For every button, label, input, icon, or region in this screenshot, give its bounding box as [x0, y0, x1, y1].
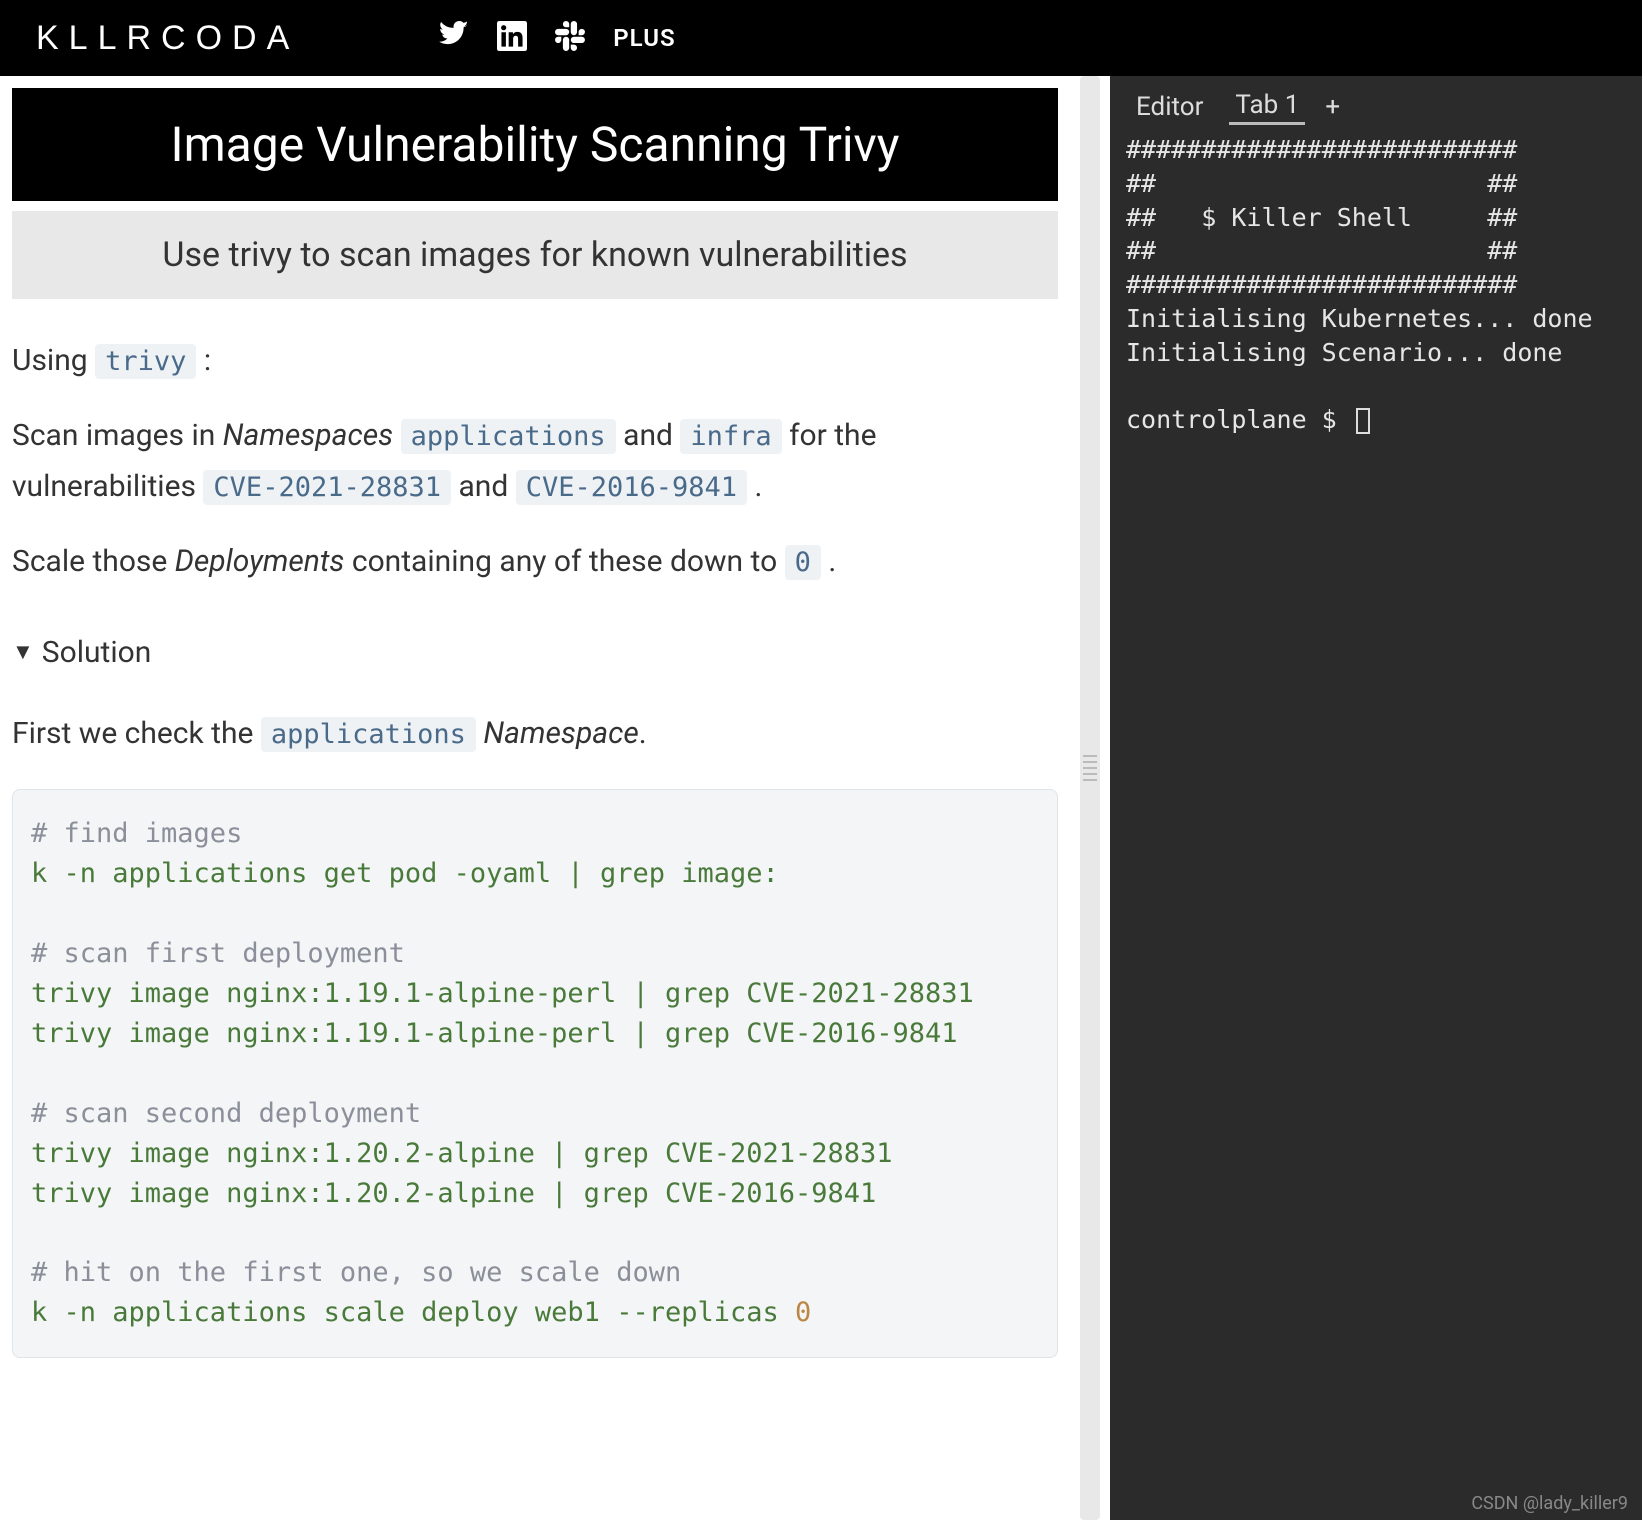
solution-toggle[interactable]: ▼ Solution [12, 627, 1058, 678]
text: Scale those [12, 544, 175, 579]
terminal-output[interactable]: ########################## ## ## ## $ Ki… [1110, 133, 1642, 437]
term-line: ## ## [1126, 169, 1517, 198]
code-applications-2: applications [261, 717, 476, 752]
code-trivy: trivy [95, 344, 196, 379]
chevron-down-icon: ▼ [12, 634, 34, 671]
twitter-icon[interactable] [439, 21, 469, 55]
top-header: KLLRCODA PLUS [0, 0, 1642, 76]
header-icons: PLUS [439, 21, 675, 55]
code-number: 0 [795, 1297, 811, 1328]
code-line: trivy image nginx:1.20.2-alpine | grep C… [31, 1178, 876, 1209]
solution-label: Solution [42, 627, 152, 678]
content-body: Using trivy : Scan images in Namespaces … [12, 335, 1058, 1358]
text: . [821, 544, 836, 579]
instructions-panel: Image Vulnerability Scanning Trivy Use t… [0, 76, 1070, 1520]
namespace-italic: Namespace [483, 716, 638, 751]
terminal-tabs: Editor Tab 1 + [1110, 76, 1642, 133]
text: Scan images in [12, 418, 223, 453]
terminal-panel: Editor Tab 1 + #########################… [1110, 76, 1642, 1520]
text [393, 418, 400, 453]
solution-intro: First we check the applications Namespac… [12, 708, 1058, 759]
code-line: trivy image nginx:1.19.1-alpine-perl | g… [31, 978, 974, 1009]
term-line: ########################## [1126, 135, 1517, 164]
tab-add[interactable]: + [1325, 92, 1340, 122]
code-line: trivy image nginx:1.19.1-alpine-perl | g… [31, 1018, 958, 1049]
code-block[interactable]: # find images k -n applications get pod … [12, 789, 1058, 1358]
code-line: k -n applications scale deploy web1 --re… [31, 1297, 795, 1328]
code-comment: # scan second deployment [31, 1098, 421, 1129]
code-line: k -n applications get pod -oyaml | grep … [31, 858, 779, 889]
linkedin-icon[interactable] [497, 21, 527, 55]
slack-icon[interactable] [555, 21, 585, 55]
text: and [616, 418, 681, 453]
term-line: ## ## [1126, 236, 1517, 265]
plus-link[interactable]: PLUS [613, 24, 675, 52]
code-comment: # find images [31, 818, 242, 849]
text: . [639, 716, 647, 751]
watermark: CSDN @lady_killer9 [1471, 1493, 1628, 1514]
code-cve2: CVE-2016-9841 [516, 470, 747, 505]
task-line-1: Scan images in Namespaces applications a… [12, 410, 1058, 512]
logo[interactable]: KLLRCODA [36, 19, 299, 58]
text: . [747, 469, 762, 504]
term-line: Initialising Kubernetes... done [1126, 304, 1593, 333]
code-comment: # scan first deployment [31, 938, 405, 969]
main-area: Image Vulnerability Scanning Trivy Use t… [0, 76, 1642, 1520]
tab-editor[interactable]: Editor [1130, 90, 1209, 124]
term-prompt: controlplane $ [1126, 405, 1352, 434]
text: First we check the [12, 716, 261, 751]
cursor-icon [1356, 408, 1370, 434]
code-cve1: CVE-2021-28831 [203, 470, 451, 505]
deployments-italic: Deployments [175, 544, 345, 579]
text: containing any of these down to [344, 544, 784, 579]
text: Using [12, 343, 95, 378]
code-comment: # hit on the first one, so we scale down [31, 1257, 681, 1288]
panel-divider[interactable] [1070, 76, 1110, 1520]
intro-line: Using trivy : [12, 335, 1058, 386]
task-line-2: Scale those Deployments containing any o… [12, 536, 1058, 587]
text: : [196, 343, 211, 378]
namespaces-italic: Namespaces [223, 418, 393, 453]
term-line: Initialising Scenario... done [1126, 338, 1563, 367]
code-zero: 0 [785, 545, 821, 580]
page-subtitle: Use trivy to scan images for known vulne… [12, 211, 1058, 299]
page-title: Image Vulnerability Scanning Trivy [12, 88, 1058, 201]
tab-tab1[interactable]: Tab 1 [1229, 88, 1305, 125]
code-infra: infra [680, 419, 781, 454]
code-applications: applications [401, 419, 616, 454]
term-line: ## $ Killer Shell ## [1126, 203, 1517, 232]
drag-handle-icon [1083, 755, 1097, 795]
code-line: trivy image nginx:1.20.2-alpine | grep C… [31, 1138, 893, 1169]
text: and [451, 469, 516, 504]
term-line: ########################## [1126, 270, 1517, 299]
